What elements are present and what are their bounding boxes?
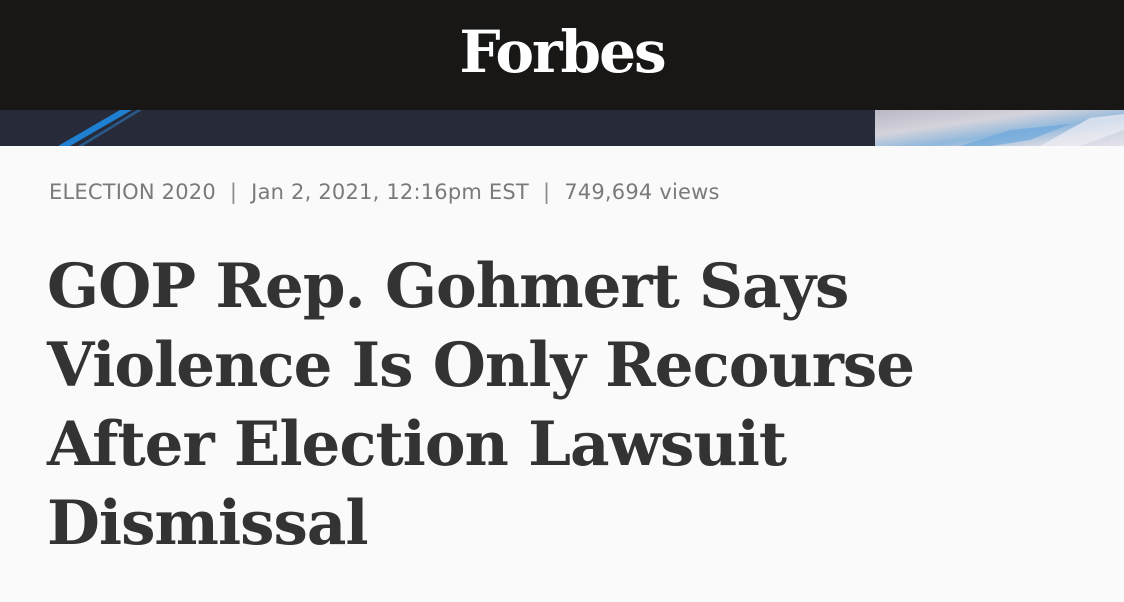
publish-date: Jan 2, 2021, 12:16pm EST	[251, 180, 529, 204]
view-count: 749,694 views	[564, 180, 720, 204]
forbes-logo[interactable]: Forbes	[459, 23, 666, 81]
article-headline: GOP Rep. Gohmert Says Violence Is Only R…	[47, 251, 915, 559]
article-content: ELECTION 2020 | Jan 2, 2021, 12:16pm EST | 7…	[0, 146, 1124, 602]
section-link[interactable]: ELECTION 2020	[49, 180, 216, 204]
site-header: Forbes	[0, 0, 1124, 110]
article-meta: ELECTION 2020 | Jan 2, 2021, 12:16pm EST | 7…	[49, 180, 720, 204]
meta-separator: |	[542, 180, 551, 204]
meta-separator: |	[229, 180, 238, 204]
banner-graphic	[0, 110, 1124, 146]
promo-banner[interactable]	[0, 110, 1124, 146]
